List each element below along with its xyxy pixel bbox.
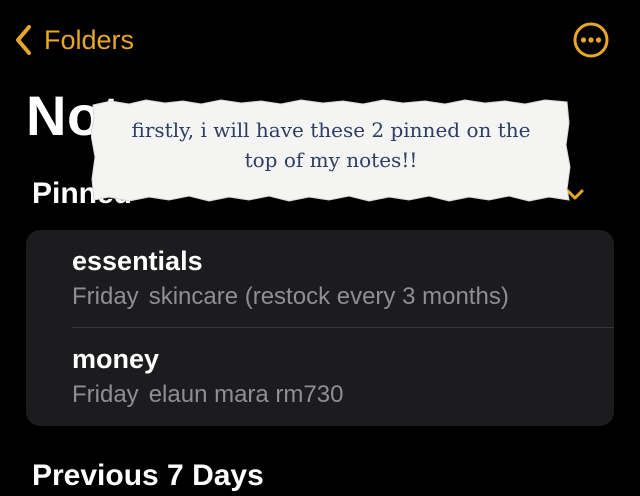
note-title: money	[72, 344, 160, 374]
note-subtitle: Friday skincare (restock every 3 months)	[72, 283, 509, 311]
chevron-left-icon	[14, 24, 34, 56]
note-preview: skincare (restock every 3 months)	[148, 283, 509, 310]
pinned-notes-list: essentials Friday skincare (restock every…	[26, 230, 614, 426]
note-title: essentials	[72, 246, 203, 276]
more-options-button[interactable]	[573, 22, 609, 58]
note-subtitle: Friday elaun mara rm730	[72, 381, 343, 409]
overlay-line-1: firstly, i will have these 2 pinned on t…	[131, 118, 531, 142]
overlay-caption: firstly, i will have these 2 pinned on t…	[91, 115, 571, 175]
note-preview: elaun mara rm730	[148, 381, 344, 408]
note-row-money[interactable]: money Friday elaun mara rm730	[26, 328, 614, 426]
navigation-bar: Folders	[0, 0, 640, 80]
ellipsis-circle-icon	[573, 22, 609, 62]
previous-7-days-heading: Previous 7 Days	[32, 459, 264, 492]
note-date: Friday	[72, 283, 139, 310]
note-date: Friday	[72, 381, 139, 408]
back-label: Folders	[44, 24, 135, 55]
paper-note-overlay: firstly, i will have these 2 pinned on t…	[91, 99, 571, 203]
note-row-essentials[interactable]: essentials Friday skincare (restock every…	[26, 230, 614, 328]
overlay-line-2: top of my notes!!	[244, 148, 418, 172]
back-to-folders-button[interactable]: Folders	[14, 22, 134, 58]
